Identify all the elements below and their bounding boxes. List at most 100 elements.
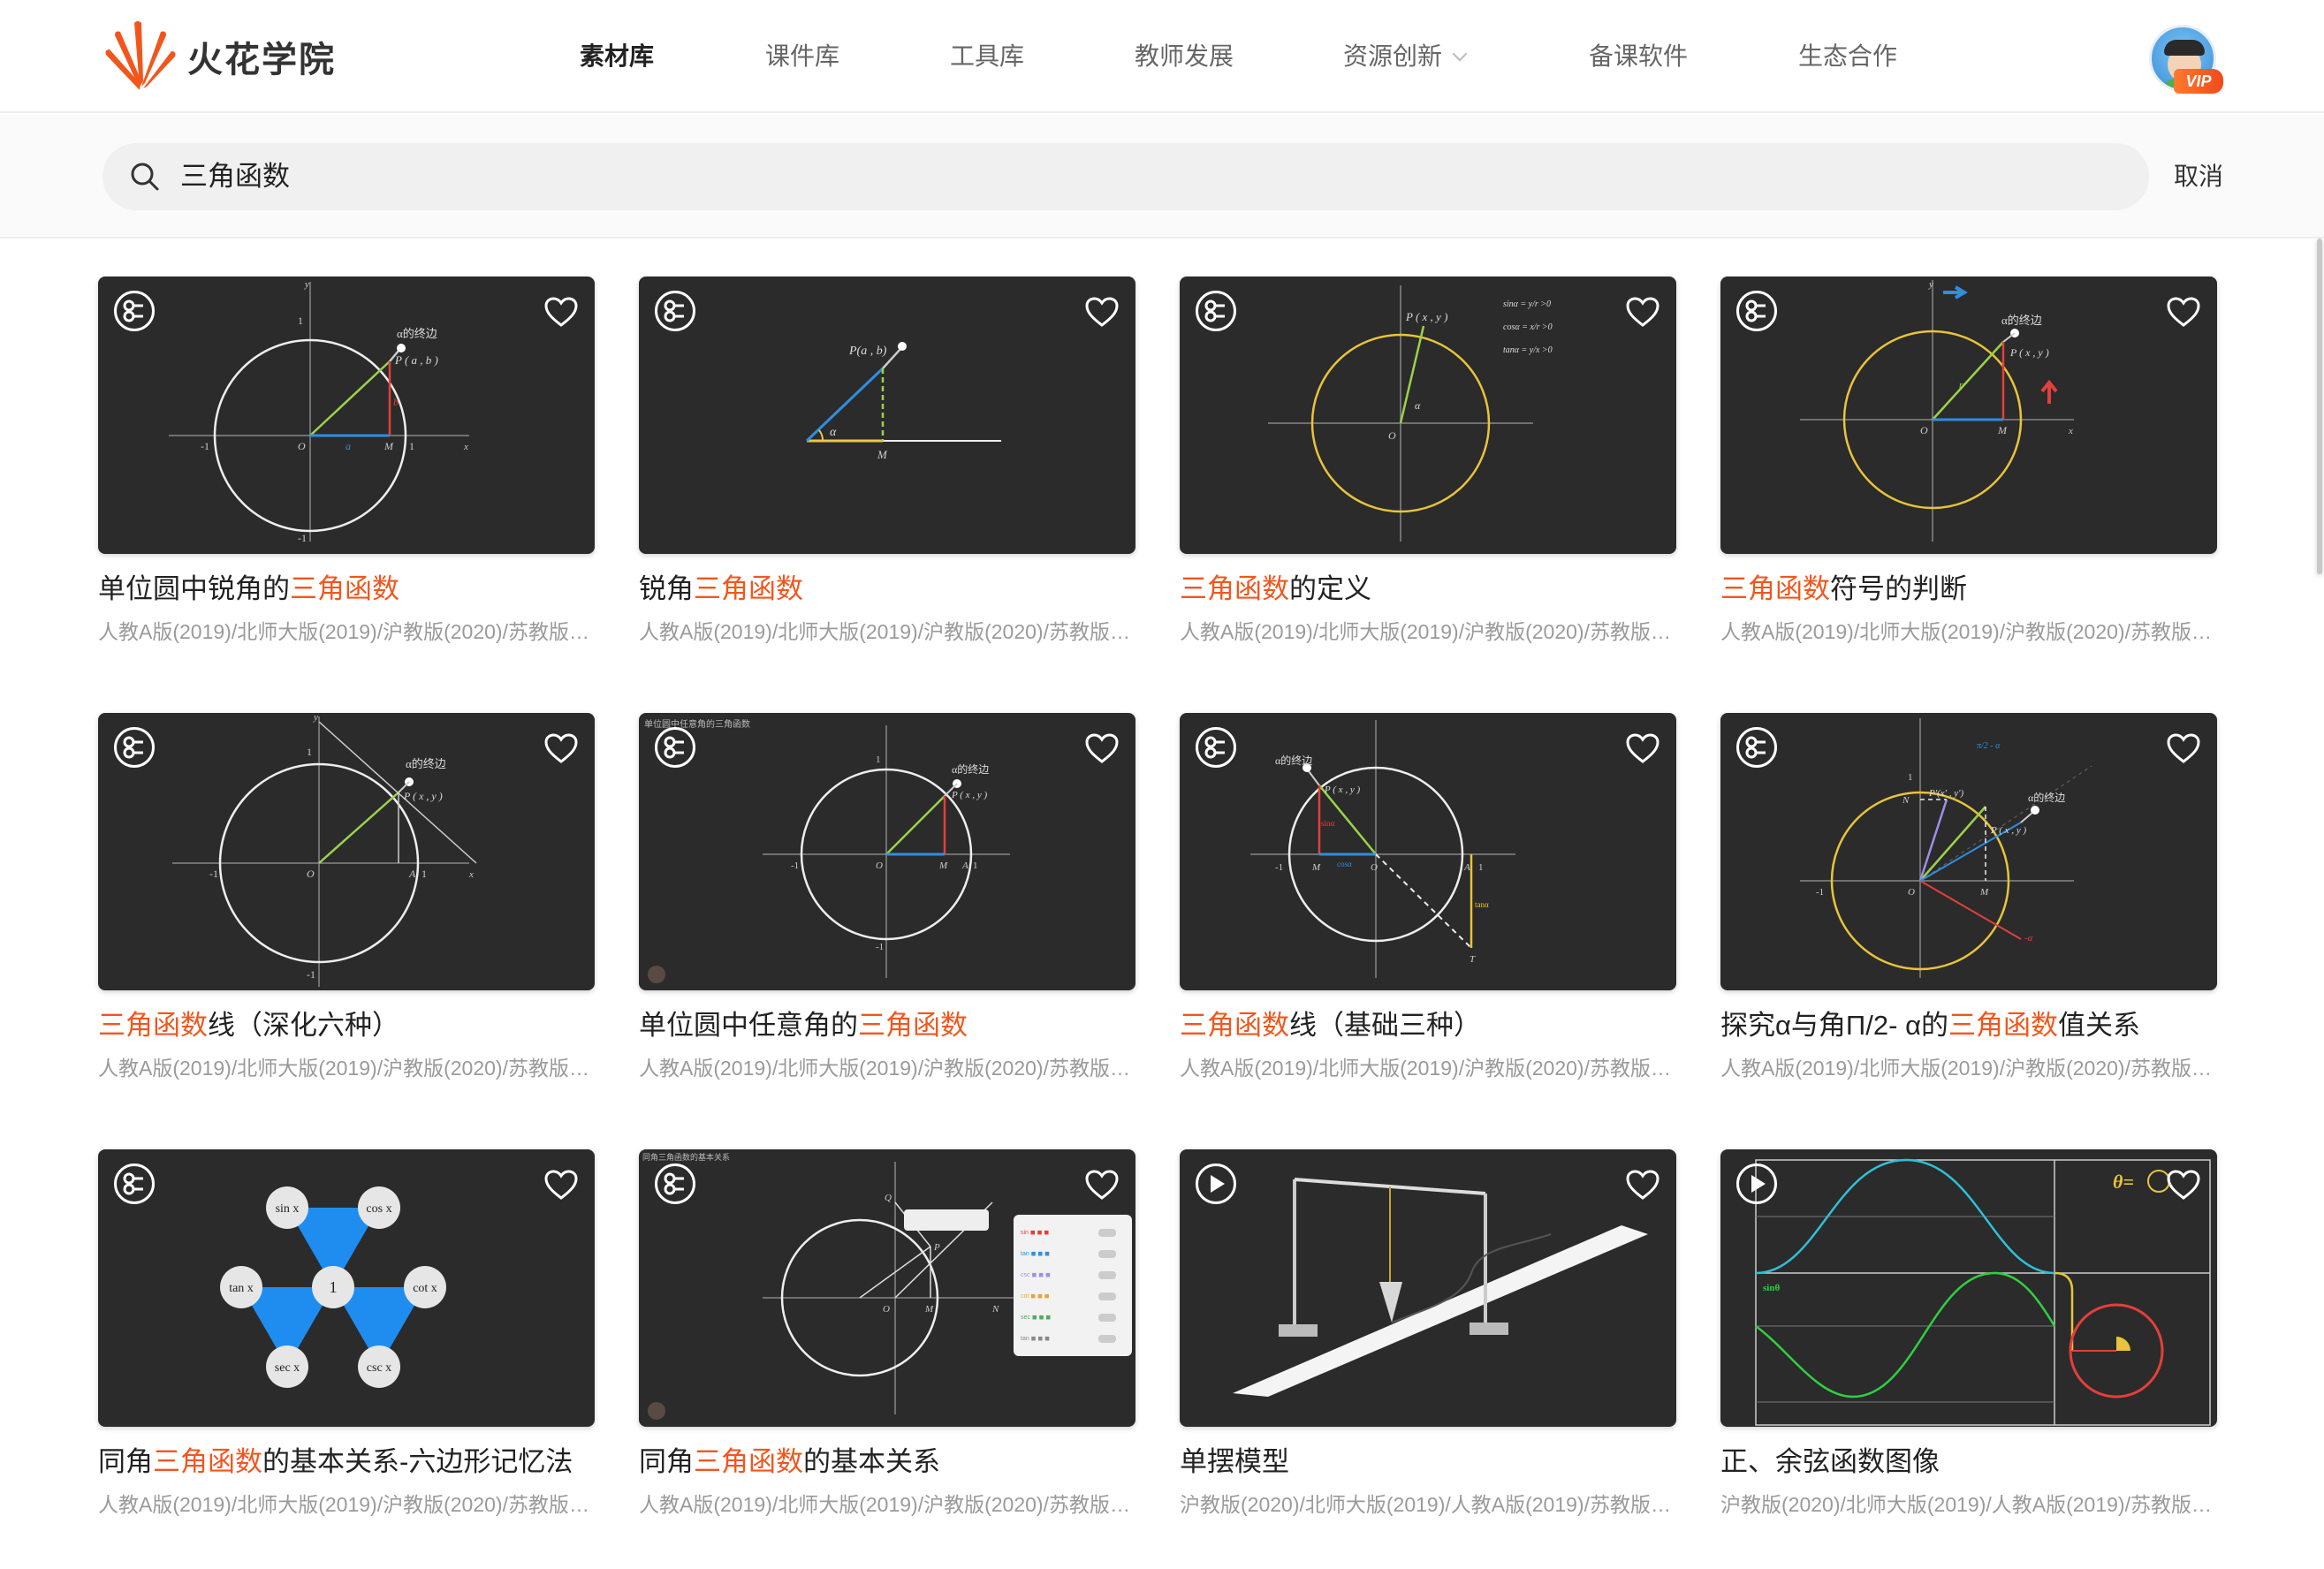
fig-label: b [393, 396, 399, 408]
card-title[interactable]: 三角函数的定义 [1180, 570, 1676, 609]
heart-icon[interactable] [1084, 1169, 1120, 1201]
nav-item-teacher-development[interactable]: 教师发展 [1135, 39, 1234, 74]
title-highlight: 三角函数 [153, 1446, 262, 1477]
fig-label: α的终边 [2028, 791, 2065, 804]
card-title[interactable]: 单位圆中锐角的三角函数 [98, 570, 595, 609]
svg-text:tan ◼ ◼ ◼: tan ◼ ◼ ◼ [1021, 1336, 1050, 1342]
heart-icon[interactable] [2166, 732, 2201, 764]
nav-item-courseware[interactable]: 课件库 [765, 39, 839, 74]
heart-icon[interactable] [2166, 296, 2201, 328]
nav-item-lesson-software[interactable]: 备课软件 [1589, 39, 1688, 74]
fig-label: θ= [2113, 1171, 2134, 1193]
card-editions: 人教A版(2019)/北师大版(2019)/沪教版(2020)/苏教版(2019… [98, 620, 595, 643]
heart-icon[interactable] [543, 296, 579, 328]
card-title[interactable]: 同角三角函数的基本关系-六边形记忆法 [98, 1443, 595, 1482]
nav-item-label: 资源创新 [1343, 42, 1443, 70]
heart-icon[interactable] [1084, 732, 1120, 764]
card-thumbnail[interactable]: P(a , b) α M [639, 277, 1135, 554]
card-title[interactable]: 三角函数符号的判断 [1720, 570, 2217, 609]
fig-label: csc x [367, 1361, 391, 1375]
heart-icon[interactable] [1084, 296, 1120, 328]
scrollbar[interactable] [2315, 239, 2324, 1569]
card-thumbnail[interactable]: α的终边 P ( x , y ) sinα cosα tanα O M A T … [1180, 713, 1676, 990]
result-card[interactable]: α的终边 P ( x , y ) sinα cosα tanα O M A T … [1180, 713, 1676, 1082]
fig-label: x [463, 442, 468, 452]
card-thumbnail[interactable]: 同角三角函数的基本关系 sin ◼ ◼ ◼ tan ◼ ◼ ◼ csc ◼ ◼ … [639, 1149, 1135, 1427]
unit-circle-figure: α的终边 P ( a , b ) 1 -1 O a b M 1 -1 x y [169, 279, 469, 544]
video-icon [1736, 1163, 1777, 1204]
result-card[interactable]: π/2 - α α的终边 P'(x' , y') P ( x , y ) N M… [1720, 713, 2217, 1082]
title-text: 同角 [639, 1446, 694, 1477]
nav-item-tools[interactable]: 工具库 [950, 39, 1024, 74]
fig-label: sinθ [1763, 1283, 1780, 1293]
interactive-icon [655, 727, 695, 768]
fig-label: α的终边 [2001, 314, 2042, 327]
card-thumbnail[interactable]: 单位圆中任意角的三角函数 α的终边 P ( x , y ) 1 -1 O M A… [639, 713, 1135, 990]
complement-figure: π/2 - α α的终边 P'(x' , y') P ( x , y ) N M… [1800, 718, 2092, 978]
result-card[interactable]: α的终边 P ( x , y ) 1 -1 O A 1 -1 x y 三角函数线… [98, 713, 595, 1082]
cancel-button[interactable]: 取消 [2174, 155, 2223, 198]
search-box[interactable] [103, 143, 2149, 210]
result-card[interactable]: 同角三角函数的基本关系 sin ◼ ◼ ◼ tan ◼ ◼ ◼ csc ◼ ◼ … [639, 1149, 1135, 1519]
nav-item-ecosystem[interactable]: 生态合作 [1798, 39, 1897, 74]
result-card[interactable]: P ( x , y ) α O sinα = y/r >0 cosα = x/r… [1180, 277, 1676, 646]
svg-text:csc ◼ ◼ ◼: csc ◼ ◼ ◼ [1021, 1272, 1051, 1278]
card-title[interactable]: 同角三角函数的基本关系 [639, 1443, 1135, 1482]
title-text: 的基本关系 [803, 1446, 940, 1477]
card-thumbnail[interactable]: P ( x , y ) α O sinα = y/r >0 cosα = x/r… [1180, 277, 1676, 554]
fig-label: -1 [1816, 887, 1824, 898]
heart-icon[interactable] [1625, 732, 1660, 764]
result-card[interactable]: 单摆模型 沪教版(2020)/北师大版(2019)/人教A版(2019)/苏教版… [1180, 1149, 1676, 1519]
heart-icon[interactable] [543, 1169, 579, 1201]
card-title[interactable]: 三角函数线（基础三种） [1180, 1006, 1676, 1045]
card-editions: 沪教版(2020)/北师大版(2019)/人教A版(2019)/苏教版(2019… [1720, 1493, 2217, 1516]
fig-label: P ( x , y ) [951, 790, 987, 800]
fig-label: P(a , b) [848, 345, 887, 358]
result-card[interactable]: sin x cos x tan x 1 cot x sec x csc x 同角… [98, 1149, 595, 1519]
fig-label: 1 [409, 440, 414, 452]
heart-icon[interactable] [2166, 1169, 2201, 1201]
title-highlight: 三角函数 [98, 1010, 208, 1041]
card-title[interactable]: 三角函数线（深化六种） [98, 1006, 595, 1045]
svg-text:cot ◼ ◼ ◼: cot ◼ ◼ ◼ [1021, 1293, 1050, 1300]
card-title[interactable]: 探究α与角Π/2- α的三角函数值关系 [1720, 1006, 2217, 1045]
card-thumbnail[interactable]: α的终边 P ( x , y ) O M x y r [1720, 277, 2217, 554]
nav-item-resource-innovation[interactable]: 资源创新 [1343, 39, 1468, 74]
card-title[interactable]: 正、余弦函数图像 [1720, 1443, 2217, 1482]
search-icon [131, 163, 159, 191]
scrollbar-thumb[interactable] [2317, 239, 2322, 574]
search-input[interactable] [180, 143, 2036, 210]
interactive-icon [114, 1163, 155, 1204]
fig-label: -1 [307, 968, 315, 981]
result-card[interactable]: α的终边 P ( a , b ) 1 -1 O a b M 1 -1 x y 单… [98, 277, 595, 646]
title-text: 锐角 [639, 573, 694, 604]
result-card[interactable]: P(a , b) α M 锐角三角函数 人教A版(2019)/北师大版(2019… [639, 277, 1135, 646]
card-title[interactable]: 单位圆中任意角的三角函数 [639, 1006, 1135, 1045]
card-thumbnail[interactable]: α的终边 P ( a , b ) 1 -1 O a b M 1 -1 x y [98, 277, 595, 554]
card-thumbnail[interactable] [1180, 1149, 1676, 1427]
card-thumbnail[interactable]: π/2 - α α的终边 P'(x' , y') P ( x , y ) N M… [1720, 713, 2217, 990]
result-card[interactable]: α的终边 P ( x , y ) O M x y r 三角函数符号的判断 人教A… [1720, 277, 2217, 646]
main-nav: 素材库 课件库 工具库 教师发展 资源创新 备课软件 生态合作 [0, 0, 2324, 113]
card-thumbnail[interactable]: sin x cos x tan x 1 cot x sec x csc x [98, 1149, 595, 1427]
heart-icon[interactable] [1625, 1169, 1660, 1201]
fig-label: P ( x , y ) [403, 790, 443, 802]
result-card[interactable]: 单位圆中任意角的三角函数 α的终边 P ( x , y ) 1 -1 O M A… [639, 713, 1135, 1082]
result-card[interactable]: sinθ θ= 正、余弦函数图像 沪教版(2020)/北师大版(2019)/人教… [1720, 1149, 2217, 1519]
heart-icon[interactable] [1625, 296, 1660, 328]
fig-label: -1 [876, 942, 884, 952]
fig-label: y [304, 279, 309, 290]
heart-icon[interactable] [543, 732, 579, 764]
card-editions: 人教A版(2019)/北师大版(2019)/沪教版(2020)/苏教版(2019… [1720, 620, 2217, 643]
interactive-icon [1736, 727, 1777, 768]
fig-label: α [1415, 399, 1421, 412]
fig-label: N [1902, 795, 1910, 806]
card-title[interactable]: 锐角三角函数 [639, 570, 1135, 609]
card-thumbnail[interactable]: α的终边 P ( x , y ) 1 -1 O A 1 -1 x y [98, 713, 595, 990]
nav-item-materials[interactable]: 素材库 [580, 39, 654, 74]
fig-label: A [408, 868, 416, 880]
card-title[interactable]: 单摆模型 [1180, 1443, 1676, 1482]
pendulum-figure [1233, 1178, 1648, 1397]
card-thumbnail[interactable]: sinθ θ= [1720, 1149, 2217, 1427]
interactive-icon [655, 1163, 695, 1204]
